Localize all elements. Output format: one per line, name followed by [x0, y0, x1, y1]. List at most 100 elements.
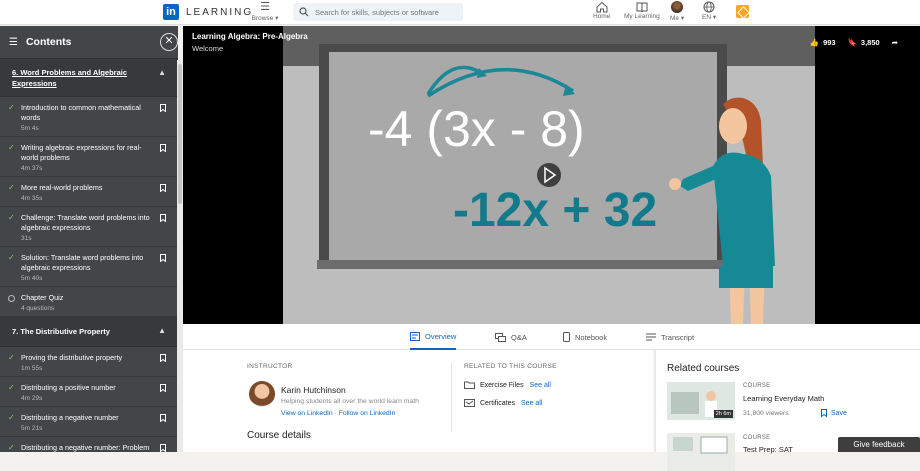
chevron-up-icon: ▲ — [158, 68, 166, 77]
bookmark-icon[interactable] — [160, 144, 166, 152]
book-icon — [636, 2, 648, 13]
course-title[interactable]: Test Prep: SAT — [743, 445, 793, 454]
list-icon: ☰ — [9, 36, 18, 48]
contents-sidebar: ☰ Contents ✕ 6. Word Problems and Algebr… — [0, 26, 178, 452]
checkmark-icon: ✓ — [8, 183, 15, 192]
bookmark-icon[interactable]: 🔖 — [848, 38, 857, 47]
premium-icon[interactable] — [736, 5, 749, 18]
overview-icon — [410, 331, 420, 341]
lesson-item[interactable]: ✓ More real-world problems 4m 35s — [0, 177, 178, 207]
instructor-avatar[interactable] — [249, 381, 275, 407]
video-course-title: Learning Algebra: Pre-Algebra — [192, 32, 308, 41]
lesson-item[interactable]: ✓ Introduction to common mathematical wor… — [0, 97, 178, 137]
chapter-header[interactable]: 7. The Distributive Property ▲ — [0, 317, 178, 347]
nav-my-learning-label: My Learning — [624, 13, 660, 20]
bookmark-icon[interactable] — [160, 384, 166, 392]
bookmark-icon[interactable] — [160, 184, 166, 192]
lesson-title: Distributing a negative number — [21, 413, 119, 422]
chapter-title: 7. The Distributive Property — [12, 327, 110, 336]
nav-my-learning[interactable]: My Learning — [624, 1, 660, 20]
bookmark-icon[interactable] — [160, 104, 166, 112]
exercise-files-see-all[interactable]: See all — [530, 382, 551, 389]
certificate-icon — [464, 399, 475, 407]
lesson-item[interactable]: ✓ Writing algebraic expressions for real-… — [0, 137, 178, 177]
browse-menu-button[interactable]: ☰ Browse ▾ — [250, 1, 280, 22]
close-sidebar-button[interactable]: ✕ — [160, 33, 178, 51]
checkmark-icon: ✓ — [8, 443, 15, 452]
search-input[interactable] — [315, 7, 455, 17]
course-details-heading: Course details — [247, 430, 311, 441]
chapter-header[interactable]: 6. Word Problems and Algebraic Expressio… — [0, 59, 178, 97]
linkedin-learning-logo[interactable]: in LEARNING — [163, 4, 253, 20]
bookmark-icon[interactable] — [160, 414, 166, 422]
instructor-heading: INSTRUCTOR — [247, 363, 293, 370]
share-icon[interactable]: ➦ — [892, 38, 898, 47]
related-courses-heading: Related courses — [667, 363, 740, 374]
lesson-item[interactable]: ✓ Distributing a negative number: Problem… — [0, 437, 178, 452]
search-box[interactable] — [293, 3, 463, 21]
nav-me[interactable]: Me ▾ — [670, 1, 684, 22]
scrollbar-thumb[interactable] — [178, 64, 182, 204]
tab-transcript-label: Transcript — [661, 332, 695, 342]
tab-notebook[interactable]: Notebook — [563, 324, 607, 350]
course-duration-badge: 2h 6m — [713, 410, 733, 418]
lesson-title: Introduction to common mathematical word… — [21, 103, 141, 122]
lesson-item[interactable]: ✓ Distributing a positive number 4m 29s — [0, 377, 178, 407]
search-icon — [299, 7, 309, 17]
lesson-item[interactable]: ✓ Solution: Translate word problems into … — [0, 247, 178, 287]
chat-icon — [495, 332, 506, 342]
video-frame: -4 (3x - 8) -12x + 32 — [183, 26, 920, 324]
lesson-item[interactable]: ✓ Proving the distributive property 1m 55s — [0, 347, 178, 377]
tab-qa[interactable]: Q&A — [495, 324, 527, 350]
nav-home[interactable]: Home — [593, 1, 610, 20]
tab-overview[interactable]: Overview — [410, 324, 457, 350]
checkmark-icon: ✓ — [8, 213, 15, 222]
likes-count: 993 — [823, 38, 836, 47]
tab-transcript[interactable]: Transcript — [646, 324, 694, 350]
video-player[interactable]: -4 (3x - 8) -12x + 32 Learning Algebra: … — [183, 26, 920, 324]
exercise-files-row: Exercise Files See all — [464, 381, 551, 389]
chevron-up-icon: ▲ — [158, 326, 166, 335]
video-stats: 👍 993 🔖 3,850 ➦ — [806, 38, 898, 47]
nav-me-label: Me — [670, 15, 680, 22]
lesson-title: Writing algebraic expressions for real-w… — [21, 143, 142, 162]
quiz-circle-icon — [8, 295, 15, 302]
lesson-duration: 5m 4s — [21, 125, 39, 132]
tab-notebook-label: Notebook — [575, 332, 608, 342]
bookmark-icon[interactable] — [160, 444, 166, 452]
instructor-name[interactable]: Karin Hutchinson — [281, 385, 346, 395]
lesson-title: Challenge: Translate word problems into … — [21, 213, 150, 232]
course-title[interactable]: Learning Everyday Math — [743, 394, 824, 403]
instructor-links: View on LinkedIn · Follow on LinkedIn — [281, 410, 395, 417]
lesson-duration: 4 questions — [21, 305, 55, 312]
chapter-title: 6. Word Problems and Algebraic Expressio… — [12, 68, 128, 88]
course-thumbnail[interactable]: 2h 6m — [667, 382, 735, 420]
lesson-title: More real-world problems — [21, 183, 103, 192]
tab-qa-label: Q&A — [511, 332, 527, 342]
thumbs-up-icon[interactable]: 👍 — [810, 38, 819, 47]
checkmark-icon: ✓ — [8, 143, 15, 152]
lesson-title: Distributing a positive number — [21, 383, 116, 392]
give-feedback-button[interactable]: Give feedback — [838, 437, 920, 452]
certificates-see-all[interactable]: See all — [521, 400, 542, 407]
overview-panel: INSTRUCTOR Karin Hutchinson Helping stud… — [183, 350, 653, 452]
exercise-files-label: Exercise Files — [480, 381, 524, 389]
course-type: COURSE — [743, 383, 771, 389]
lesson-item[interactable]: ✓ Challenge: Translate word problems into… — [0, 207, 178, 247]
lesson-duration: 5m 40s — [21, 275, 43, 282]
course-type: COURSE — [743, 435, 771, 441]
lesson-item[interactable]: ✓ Distributing a negative number 5m 21s — [0, 407, 178, 437]
course-thumbnail[interactable] — [667, 433, 735, 471]
lesson-duration: 5m 21s — [21, 425, 43, 432]
course-tabs: Overview Q&A Notebook Transcript — [183, 324, 920, 350]
lesson-item[interactable]: Chapter Quiz 4 questions — [0, 287, 178, 317]
bookmark-icon[interactable] — [160, 354, 166, 362]
bookmark-icon[interactable] — [160, 254, 166, 262]
bookmark-icon[interactable] — [160, 214, 166, 222]
nav-language[interactable]: EN ▾ — [702, 1, 716, 21]
view-on-linkedin-link[interactable]: View on LinkedIn — [281, 410, 333, 417]
transcript-icon — [646, 333, 656, 341]
save-course-button[interactable]: Save — [821, 409, 847, 417]
follow-on-linkedin-link[interactable]: Follow on LinkedIn — [339, 410, 396, 417]
logo-text: LEARNING — [186, 6, 254, 18]
